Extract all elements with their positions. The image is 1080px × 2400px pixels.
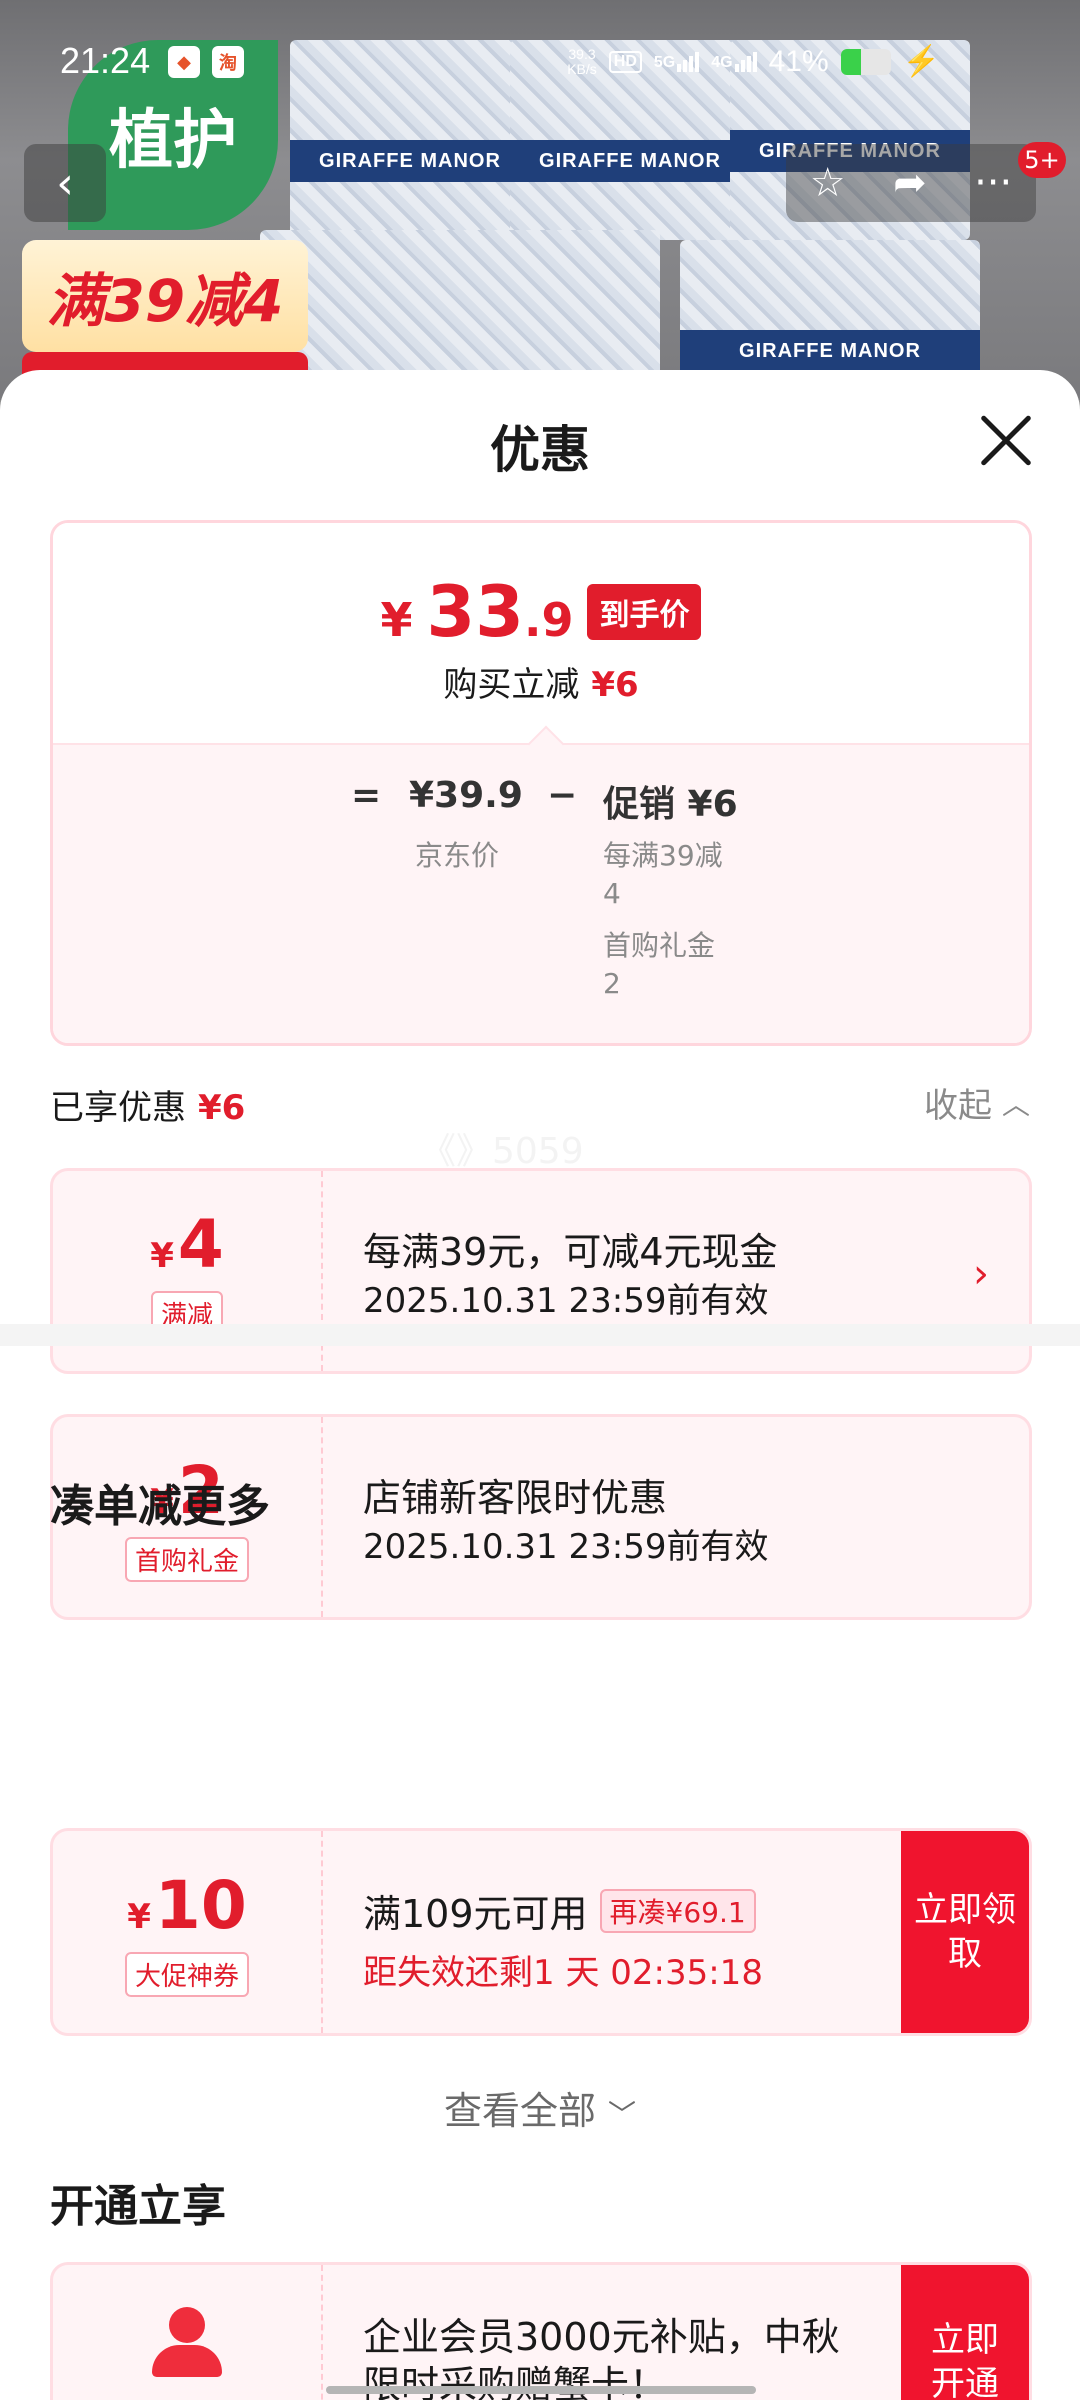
speed-unit: KB/s: [567, 60, 597, 77]
net2-label: 4G: [711, 53, 733, 71]
pack-label: GIRAFFE MANOR: [290, 140, 530, 182]
enjoyed-label: 已享优惠: [50, 1088, 186, 1128]
claim-coupon-button[interactable]: 立即领取: [901, 1831, 1029, 2033]
coupon-currency: ¥: [127, 1897, 151, 1937]
promo-banner: 满39减4: [22, 240, 308, 352]
coupon-tag: 大促神券: [124, 1952, 249, 1997]
header-actions: ☆ ➦ ···: [786, 144, 1036, 222]
jd-price: ¥39.9: [409, 775, 523, 816]
coupon-tag: 首购礼金: [124, 1537, 249, 1582]
status-indicators: 39.3 KB/s HD 5G 4G 41% ⚡: [567, 44, 940, 79]
sheet-title: 优惠: [490, 421, 590, 479]
more-icon[interactable]: ···: [974, 160, 1012, 206]
charging-icon: ⚡: [902, 45, 940, 78]
signal-4g-icon: 4G: [711, 51, 757, 72]
coupon-expiry: 2025.10.31 23:59前有效: [363, 1281, 769, 1321]
instant-discount: 购买立减 ¥6: [53, 657, 1029, 706]
final-price-int: 33: [426, 571, 524, 653]
collapse-button[interactable]: 收起 ︿: [924, 1078, 1030, 1127]
more-section-title: 凑单减更多: [50, 1481, 270, 1532]
watermark: 《》5059: [420, 1131, 584, 1172]
coupon-amount: ¥10: [127, 1867, 247, 1944]
promo-detail-1: 每满39减 4: [603, 837, 723, 913]
coupon-title: 满109元可用 再凑¥69.1: [363, 1883, 756, 1938]
instant-value: ¥6: [591, 665, 639, 705]
star-icon[interactable]: ☆: [810, 160, 846, 206]
chevron-right-icon[interactable]: ›: [973, 1251, 989, 1297]
section-divider: [0, 1324, 1080, 1346]
hd-icon: HD: [608, 50, 642, 73]
open-section-title: 开通立享: [50, 2181, 226, 2232]
jd-price-label: 京东价: [415, 839, 500, 872]
price-breakdown: = ¥39.9 − 促销 ¥6 京东价 每满39减 4 首购礼金 2: [53, 725, 1029, 1043]
coupon-amount-value: 10: [154, 1867, 247, 1944]
chevron-left-icon: ‹: [56, 157, 74, 209]
price-summary-card: ¥ 33 .9 到手价 购买立减 ¥6 = ¥39.9 − 促销 ¥6 京东价 每…: [50, 520, 1032, 1046]
status-time: 21:24: [60, 40, 151, 81]
person-icon: [152, 2307, 222, 2377]
view-all-label: 查看全部: [443, 2089, 596, 2133]
membership-card: 企业会员3000元补贴，中秋限时采购赠蟹卡！ 立即开通: [50, 2262, 1032, 2400]
net1-label: 5G: [653, 53, 676, 71]
speed-value: 39.3: [568, 45, 596, 62]
coupon-currency: ¥: [150, 1236, 174, 1276]
instant-label: 购买立减: [443, 665, 580, 705]
collapse-label: 收起: [923, 1086, 992, 1126]
notification-app-icon: ◆: [168, 46, 200, 78]
equals-sign: =: [351, 775, 382, 816]
taobao-icon: 淘: [212, 46, 244, 78]
coupon-threshold: 满109元可用: [363, 1892, 588, 1936]
currency-symbol: ¥: [380, 593, 413, 647]
network-speed: 39.3 KB/s: [567, 45, 597, 77]
view-all-button[interactable]: 查看全部 ﹀: [0, 2080, 1080, 2135]
promo-amount: 促销 ¥6: [603, 784, 738, 825]
coupon-title: 店铺新客限时优惠: [363, 1476, 668, 1520]
pack-label: GIRAFFE MANOR: [680, 330, 980, 372]
pack-label: GIRAFFE MANOR: [510, 140, 750, 182]
coupon-title: 每满39元，可减4元现金: [363, 1230, 778, 1274]
home-indicator[interactable]: [326, 2386, 756, 2394]
final-price-tag: 到手价: [587, 584, 702, 640]
promo-detail-2: 首购礼金 2: [603, 927, 715, 1003]
add-more-badge: 再凑¥69.1: [599, 1888, 756, 1933]
coupon-amount: ¥4: [150, 1206, 224, 1283]
final-price-dec: .9: [523, 593, 574, 647]
status-bar: 21:24 ◆ 淘 39.3 KB/s HD 5G 4G 41% ⚡: [0, 0, 1080, 120]
chevron-down-icon: ﹀: [608, 2098, 637, 2131]
share-icon[interactable]: ➦: [893, 160, 927, 206]
final-price-area: ¥ 33 .9 到手价 购买立减 ¥6: [53, 523, 1029, 743]
back-button[interactable]: ‹: [24, 144, 106, 222]
chevron-up-icon: ︿: [1001, 1087, 1030, 1121]
battery-icon: [840, 48, 891, 75]
message-badge: 5+: [1018, 142, 1066, 178]
membership-icon-area: [53, 2265, 323, 2400]
battery-percent: 41%: [768, 44, 829, 78]
close-icon[interactable]: [978, 412, 1034, 468]
coupon-countdown: 距失效还剩1 天 02:35:18: [363, 1953, 763, 1993]
coupon-value-area: ¥10 大促神券: [53, 1831, 323, 2033]
coupon-expiry: 2025.10.31 23:59前有效: [363, 1527, 769, 1567]
enjoyed-value: ¥6: [198, 1088, 246, 1128]
minus-sign: −: [547, 775, 578, 816]
promo-detail-2-value: 2: [603, 967, 621, 1000]
final-price: ¥ 33 .9 到手价: [53, 571, 1029, 653]
promo-detail-1-value: 4: [603, 877, 621, 910]
promo-detail-1-label: 每满39减: [603, 839, 723, 872]
coupon-amount-value: 4: [177, 1206, 224, 1283]
enjoyed-discount: 已享优惠 ¥6: [50, 1080, 245, 1129]
open-membership-button[interactable]: 立即开通: [901, 2265, 1029, 2400]
promo-coupon-card: ¥10 大促神券 满109元可用 再凑¥69.1 距失效还剩1 天 02:35:…: [50, 1828, 1032, 2036]
promo-detail-2-label: 首购礼金: [603, 929, 716, 962]
signal-5g-icon: 5G: [653, 51, 700, 72]
